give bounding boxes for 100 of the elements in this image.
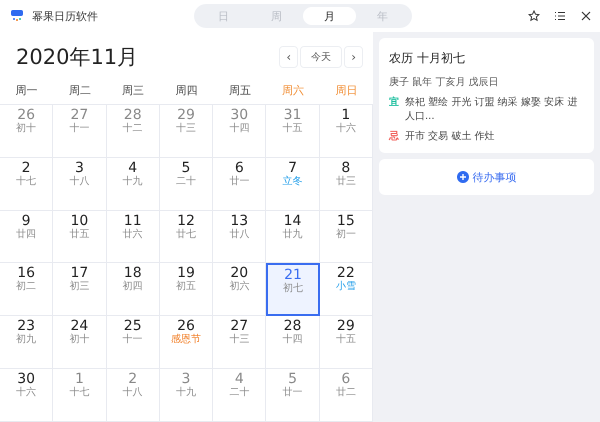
today-button[interactable]: 今天 (300, 46, 342, 68)
lunar-date: 廿六 (122, 228, 143, 241)
day-cell[interactable]: 26 感恩节 (160, 316, 214, 370)
weekday-label: 周五 (228, 82, 252, 98)
lunar-date: 十八 (122, 387, 143, 400)
view-tab[interactable]: 月 (303, 7, 356, 25)
almanac-tag: 宜 (389, 95, 399, 123)
day-cell[interactable]: 5 二十 (160, 158, 214, 211)
next-month-button[interactable]: › (344, 46, 363, 68)
day-cell[interactable]: 3 十八 (53, 158, 107, 211)
lunar-date: 十七 (69, 387, 90, 400)
day-cell[interactable]: 31 十五 (266, 105, 320, 158)
lunar-date: 初五 (176, 281, 196, 294)
lunar-date: 十四 (282, 334, 303, 346)
day-cell[interactable]: 28 十二 (106, 105, 160, 158)
day-cell[interactable]: 18 初四 (106, 263, 160, 316)
lunar-date: 二十 (176, 176, 196, 188)
day-number: 1 (74, 371, 84, 388)
day-cell[interactable]: 13 廿八 (213, 210, 266, 264)
day-cell[interactable]: 10 廿五 (53, 210, 107, 264)
lunar-date: 廿五 (69, 228, 90, 241)
day-number: 21 (284, 267, 302, 284)
lunar-date: 十四 (229, 123, 250, 135)
day-number: 9 (22, 212, 31, 229)
day-number: 27 (70, 107, 88, 123)
day-cell[interactable]: 26 初十 (0, 105, 54, 158)
star-icon[interactable] (528, 10, 540, 22)
lunar-date: 十七 (16, 176, 36, 188)
day-number: 4 (234, 371, 244, 388)
day-cell[interactable]: 21 初七 (266, 263, 320, 316)
day-number: 31 (284, 107, 302, 123)
day-cell[interactable]: 24 初十 (53, 316, 107, 370)
day-cell[interactable]: 3 十九 (160, 369, 214, 422)
window-title: 幂果日历软件 (32, 8, 99, 24)
lunar-date: 感恩节 (170, 334, 201, 346)
weekday-label: 周三 (121, 82, 146, 98)
day-cell[interactable]: 19 初五 (160, 263, 214, 316)
day-cell[interactable]: 17 初三 (53, 263, 107, 316)
weekday-label: 周一 (14, 82, 39, 98)
day-number: 2 (22, 160, 31, 176)
day-cell[interactable]: 2 十七 (0, 158, 54, 211)
day-cell[interactable]: 2 十八 (106, 369, 160, 422)
day-number: 4 (128, 160, 138, 176)
day-cell[interactable]: 28 十四 (266, 316, 320, 370)
ganzhi-text: 庚子 鼠年 丁亥月 戊辰日 (389, 76, 500, 89)
lunar-date: 廿一 (229, 176, 250, 188)
menu-icon[interactable] (554, 10, 566, 22)
day-number: 29 (177, 107, 195, 123)
day-number: 11 (124, 212, 142, 229)
weekday-label: 周二 (68, 82, 92, 98)
day-cell[interactable]: 30 十六 (0, 369, 54, 422)
day-cell[interactable]: 5 廿一 (266, 369, 320, 422)
lunar-date: 十九 (122, 176, 143, 188)
lunar-date: 十六 (16, 387, 36, 400)
day-number: 24 (70, 318, 88, 334)
day-number: 30 (17, 371, 36, 388)
day-number: 29 (336, 318, 355, 334)
day-number: 17 (70, 265, 88, 282)
day-cell[interactable]: 30 十四 (213, 105, 266, 158)
day-cell[interactable]: 29 十三 (160, 105, 214, 158)
day-cell[interactable]: 16 初二 (0, 263, 54, 316)
day-number: 28 (124, 107, 142, 123)
day-number: 25 (124, 318, 142, 334)
todo-button[interactable]: 待办事项 (456, 170, 516, 184)
lunar-date: 廿四 (16, 228, 36, 241)
day-number: 2 (128, 371, 138, 388)
lunar-date: 廿二 (336, 387, 356, 400)
day-number: 3 (74, 160, 84, 176)
lunar-date-title: 农历 十月初七 (389, 50, 466, 67)
day-cell[interactable]: 6 廿一 (213, 158, 266, 211)
almanac-items: 祭祀 塑绘 开光 订盟 纳采 嫁娶 安床 进人口... (405, 96, 578, 123)
lunar-date: 初十 (16, 123, 36, 135)
day-cell[interactable]: 7 立冬 (266, 158, 320, 211)
day-number: 10 (70, 212, 88, 229)
close-icon[interactable] (580, 10, 592, 22)
lunar-date: 初六 (229, 281, 250, 294)
day-number: 5 (182, 160, 190, 176)
lunar-date: 小雪 (336, 281, 356, 294)
lunar-date: 十五 (336, 334, 356, 346)
almanac-tag: 忌 (389, 129, 399, 143)
day-cell[interactable]: 27 十三 (213, 316, 266, 370)
day-cell[interactable]: 23 初九 (0, 316, 54, 370)
day-cell[interactable]: 4 十九 (106, 158, 160, 211)
day-cell[interactable]: 25 十一 (106, 316, 160, 370)
lunar-date: 廿九 (282, 228, 303, 241)
day-number: 27 (230, 318, 248, 334)
previous-month-button[interactable]: ‹ (279, 46, 298, 68)
day-cell[interactable]: 27 十一 (53, 105, 107, 158)
day-cell[interactable]: 1 十七 (53, 369, 107, 422)
day-number: 15 (336, 212, 355, 229)
day-cell[interactable]: 11 廿六 (106, 210, 160, 264)
month-title: 2020年11月 (16, 44, 138, 71)
lunar-date: 十九 (176, 387, 196, 400)
day-number: 6 (341, 371, 350, 388)
day-number: 7 (288, 160, 298, 176)
day-cell[interactable]: 9 廿四 (0, 210, 54, 264)
day-number: 1 (341, 107, 350, 123)
lunar-date: 初二 (16, 281, 36, 294)
day-cell[interactable]: 12 廿七 (160, 210, 214, 264)
day-cell[interactable]: 4 二十 (213, 369, 266, 422)
